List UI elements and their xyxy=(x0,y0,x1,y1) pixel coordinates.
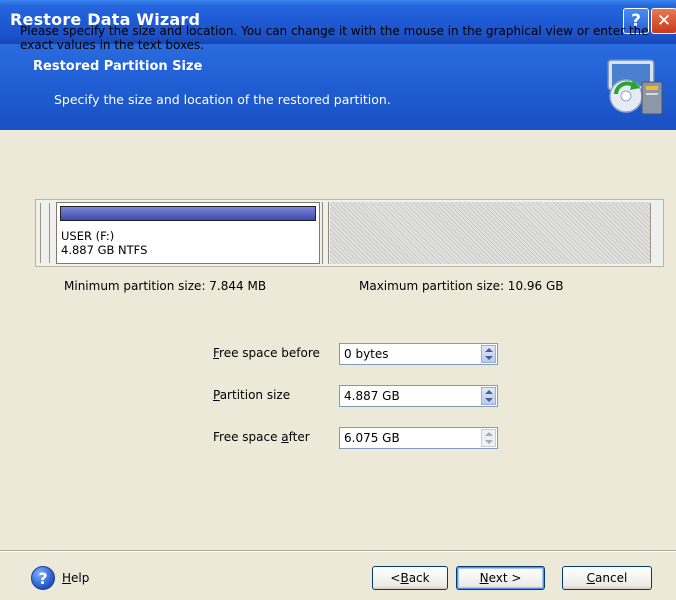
wizard-header: Restored Partition Size Specify the size… xyxy=(0,44,676,130)
partition-size-spinner[interactable] xyxy=(481,387,496,405)
spin-down-icon xyxy=(485,440,493,444)
partition-info: 4.887 GB NTFS xyxy=(61,243,148,257)
help-icon[interactable]: ? xyxy=(31,566,55,590)
partition-block[interactable]: USER (F:) 4.887 GB NTFS xyxy=(56,202,320,264)
partition-size-value: 4.887 GB xyxy=(344,389,400,403)
spin-up-icon xyxy=(485,432,493,436)
spin-down-icon[interactable] xyxy=(485,356,493,360)
partition-name: USER (F:) xyxy=(61,229,115,243)
maximum-partition-size: Maximum partition size: 10.96 GB xyxy=(359,279,564,293)
minimum-partition-size: Minimum partition size: 7.844 MB xyxy=(64,279,267,293)
instructions-text: Please specify the size and location. Yo… xyxy=(20,24,649,52)
cancel-button[interactable]: Cancel xyxy=(562,566,652,590)
next-button[interactable]: Next > xyxy=(456,566,545,590)
free-space-after-field[interactable]: 6.075 GB xyxy=(339,427,498,449)
partition-size-field[interactable]: 4.887 GB xyxy=(339,385,498,407)
free-space-before-value: 0 bytes xyxy=(344,347,389,361)
free-space-after-value: 6.075 GB xyxy=(344,431,400,445)
partition-size-label: Partition size xyxy=(213,388,291,402)
spin-down-icon[interactable] xyxy=(485,398,493,402)
step-subtitle: Specify the size and location of the res… xyxy=(54,92,391,107)
footer-divider xyxy=(0,550,676,552)
step-title: Restored Partition Size xyxy=(33,59,203,74)
restore-data-wizard-window: Restore Data Wizard ? ✕ Restored Partiti… xyxy=(0,0,676,600)
free-space-before-field[interactable]: 0 bytes xyxy=(339,343,498,365)
restore-wizard-icon xyxy=(607,59,663,115)
back-button[interactable]: < Back xyxy=(372,566,448,590)
free-space-before-label: Free space before xyxy=(213,346,320,360)
spin-up-icon[interactable] xyxy=(485,348,493,352)
partition-graphical-view[interactable]: USER (F:) 4.887 GB NTFS xyxy=(35,199,664,267)
partition-resize-handle[interactable] xyxy=(322,202,329,264)
right-boundary-handle[interactable] xyxy=(650,203,660,263)
spin-up-icon[interactable] xyxy=(485,390,493,394)
partition-usage-bar xyxy=(60,206,316,221)
free-space-after-spinner xyxy=(481,429,496,447)
free-space-before-spinner[interactable] xyxy=(481,345,496,363)
left-boundary-handle[interactable] xyxy=(40,203,50,263)
free-space-after-label: Free space after xyxy=(213,430,310,444)
help-link[interactable]: Help xyxy=(62,571,89,585)
unallocated-space xyxy=(330,202,650,264)
